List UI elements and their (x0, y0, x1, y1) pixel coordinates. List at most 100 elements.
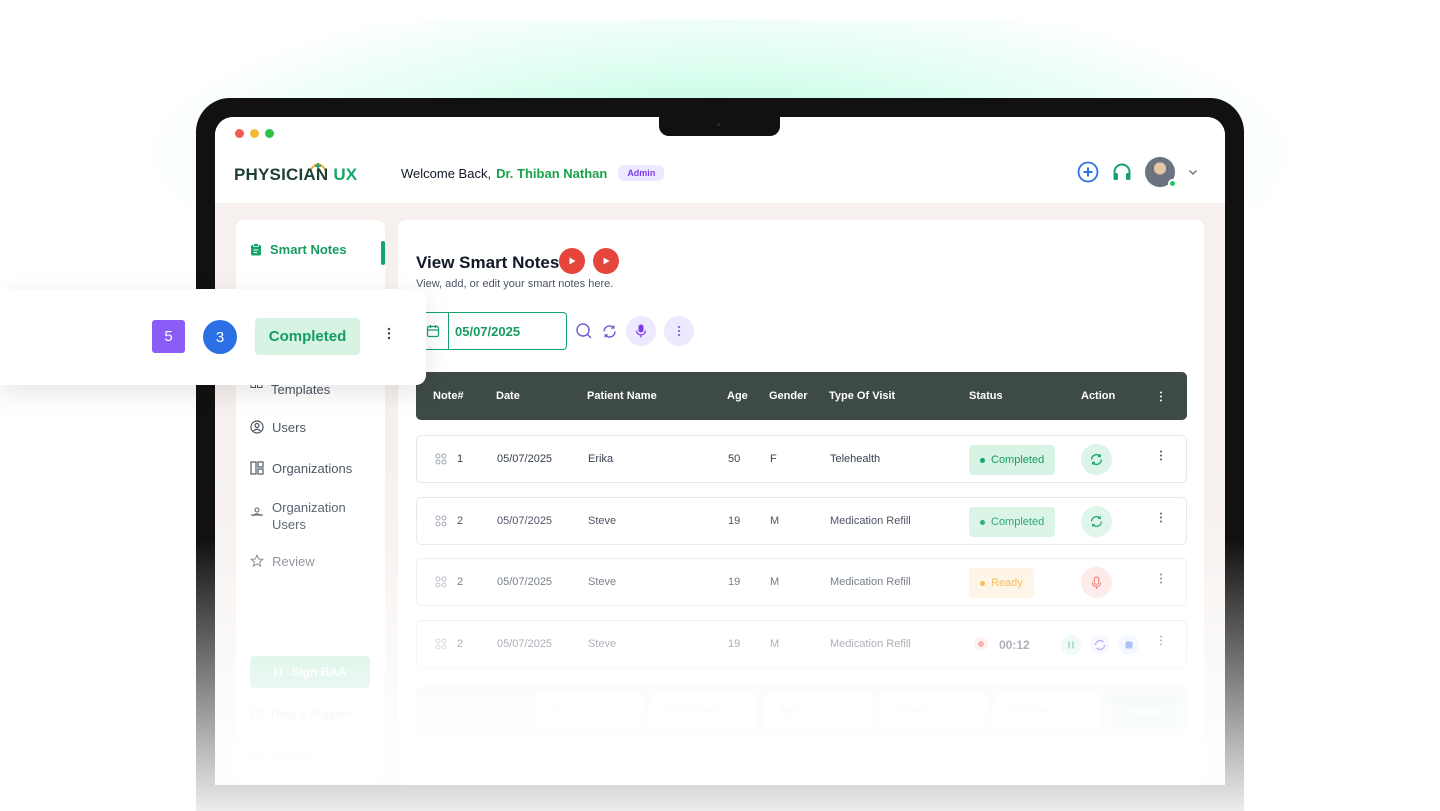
sidebar-item-setting[interactable]: Setting (250, 748, 308, 762)
play-icon (569, 257, 576, 265)
column-header[interactable]: Type Of Visit (829, 390, 895, 402)
chevron-down-icon[interactable] (1187, 166, 1199, 178)
app-screen: PHYSICIAN UX Welcome Back, Dr. Thiban Na… (215, 117, 1225, 785)
sidebar-item-help[interactable]: Help & Support (250, 707, 352, 721)
sidebar-item-label: Users (272, 420, 306, 435)
more-options-button[interactable] (664, 316, 694, 346)
close-window-dot[interactable] (235, 129, 244, 138)
play-buttons (559, 248, 619, 274)
stop-button[interactable] (1118, 634, 1140, 656)
sidebar-item-smart-notes[interactable]: Smart Notes (250, 242, 347, 257)
header-actions (1077, 157, 1199, 188)
add-patient-button[interactable]: + Add (1111, 694, 1177, 728)
sign-baa-button[interactable]: Sign BAA (250, 656, 370, 688)
microphone-icon (1091, 575, 1102, 589)
refresh-icon[interactable] (1089, 634, 1111, 656)
refresh-action-button[interactable] (1081, 506, 1112, 537)
kebab-icon[interactable] (1159, 573, 1163, 584)
cell-note: 2 (457, 576, 464, 588)
play-button[interactable] (559, 248, 585, 274)
help-icon (250, 708, 263, 720)
table-header: Note# Date Patient Name Age Gender Type … (416, 372, 1187, 420)
clipboard-icon (251, 243, 261, 256)
age-input[interactable]: Age (765, 694, 872, 728)
kebab-icon[interactable] (1159, 391, 1163, 402)
status-badge: Completed (969, 445, 1056, 475)
user-circle-icon (250, 420, 264, 434)
camera-notch (659, 117, 780, 136)
cell-date: 05/07/2025 (497, 576, 553, 588)
column-header[interactable]: Note# (433, 390, 464, 402)
cell-visit: Telehealth (830, 453, 881, 465)
status-badge: Completed (255, 318, 360, 355)
app-logo[interactable]: PHYSICIAN UX (234, 165, 357, 185)
patient-name-input[interactable]: Enter Name (650, 694, 757, 728)
table-row[interactable]: 2 05/07/2025 Steve 19 M Medication Refil… (416, 558, 1187, 606)
kebab-icon (678, 326, 680, 336)
drag-handle-icon[interactable] (435, 453, 447, 465)
note-number-input[interactable]: 01 (535, 694, 642, 728)
column-header[interactable]: Date (496, 390, 520, 402)
date-picker[interactable]: 05/07/2025 (416, 312, 567, 350)
drag-handle-icon[interactable] (435, 638, 447, 650)
cell-patient: Steve (588, 638, 617, 650)
sidebar-item-organization-users[interactable]: Organization Users (250, 499, 362, 533)
table-row[interactable]: 2 05/07/2025 Steve 19 M Medication Refil… (416, 497, 1187, 545)
column-header[interactable]: Status (969, 390, 1003, 402)
next-patient-label: Next Patient: (434, 704, 496, 715)
headphones-icon[interactable] (1111, 161, 1133, 183)
column-header[interactable]: Age (727, 390, 748, 402)
cell-patient: Erika (588, 453, 614, 465)
drag-handle-icon[interactable] (435, 515, 447, 527)
gender-input[interactable]: Gender (879, 694, 986, 728)
laptop-frame: PHYSICIAN UX Welcome Back, Dr. Thiban Na… (196, 98, 1244, 811)
kebab-icon[interactable] (387, 327, 391, 340)
kebab-icon[interactable] (1159, 635, 1163, 646)
page-title: View Smart Notes (416, 253, 560, 272)
table-row[interactable]: 1 05/07/2025 Erika 50 F Telehealth Compl… (416, 435, 1187, 483)
page-subtitle: View, add, or edit your smart notes here… (416, 278, 614, 290)
online-status-dot (1168, 179, 1177, 188)
cell-age: 19 (728, 515, 741, 527)
layout-grid-icon (250, 461, 264, 475)
cell-gender: M (770, 576, 780, 588)
cell-date: 05/07/2025 (497, 515, 553, 527)
drag-handle-icon[interactable] (435, 576, 447, 588)
cell-date: 05/07/2025 (497, 453, 553, 465)
next-patient-bar: Next Patient: 01 Enter Name Age Gender V… (416, 686, 1187, 736)
record-action-button[interactable] (1081, 567, 1112, 598)
cell-visit: Medication Refill (830, 576, 911, 588)
pause-button[interactable] (1060, 634, 1082, 656)
visit-type-input[interactable]: Visit Type (994, 694, 1101, 728)
column-header[interactable]: Patient Name (587, 390, 657, 402)
recording-timer: 00:12 (999, 638, 1030, 652)
search-icon[interactable] (575, 322, 593, 340)
refresh-action-button[interactable] (1081, 444, 1112, 475)
doctor-name: Dr. Thiban Nathan (496, 165, 608, 181)
maximize-window-dot[interactable] (265, 129, 274, 138)
minimize-window-dot[interactable] (250, 129, 259, 138)
column-header[interactable]: Gender (769, 390, 808, 402)
kebab-icon[interactable] (1159, 450, 1163, 461)
user-avatar[interactable] (1145, 157, 1177, 188)
floating-row-card: 5 3 Completed (0, 289, 426, 385)
cell-gender: F (770, 453, 777, 465)
play-button-2[interactable] (593, 248, 619, 274)
add-circle-icon[interactable] (1077, 161, 1099, 183)
refresh-icon[interactable] (601, 323, 618, 340)
sidebar-item-organizations[interactable]: Organizations (250, 461, 352, 476)
sidebar-item-users[interactable]: Users (250, 420, 306, 435)
welcome-message: Welcome Back, Dr. Thiban Nathan Admin (401, 165, 665, 181)
sidebar-item-label: Organization Users (272, 500, 346, 532)
status-badge: Ready (969, 568, 1034, 598)
microphone-icon (635, 324, 647, 338)
cell-age: 50 (728, 453, 741, 465)
column-header[interactable]: Action (1081, 390, 1115, 402)
sidebar-item-label: Organizations (272, 461, 353, 476)
kebab-icon[interactable] (1159, 512, 1163, 523)
sidebar-item-review[interactable]: Review (250, 554, 315, 569)
filter-toolbar: 05/07/2025 (416, 312, 694, 350)
microphone-button[interactable] (626, 316, 656, 346)
cell-visit: Medication Refill (830, 515, 911, 527)
table-row[interactable]: 2 05/07/2025 Steve 19 M Medication Refil… (416, 620, 1187, 668)
